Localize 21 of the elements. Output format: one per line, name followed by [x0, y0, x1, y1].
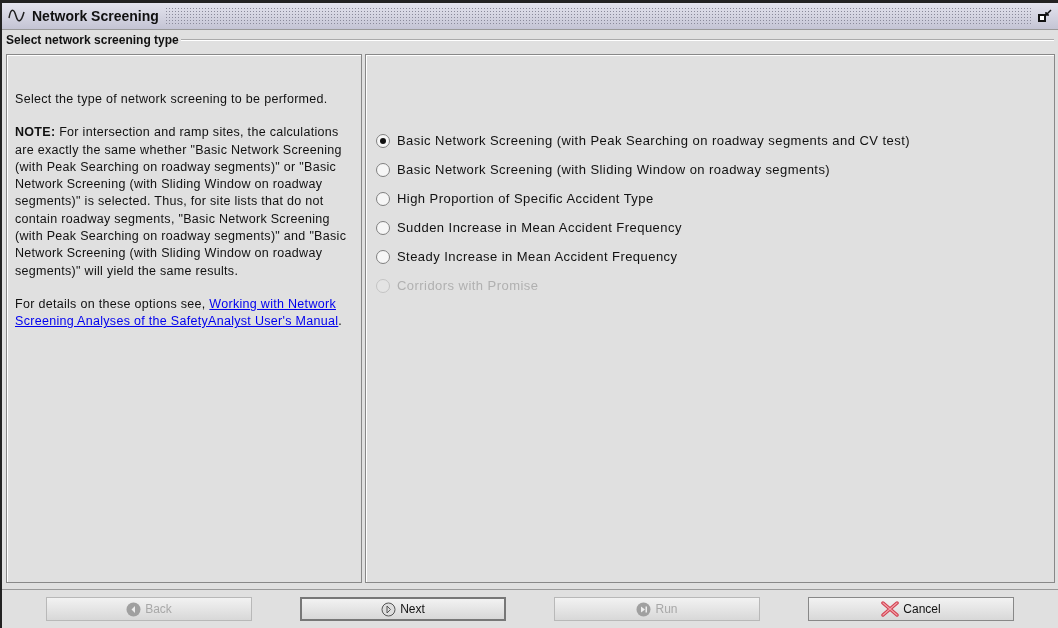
radio-button[interactable] — [376, 133, 390, 148]
window-title: Network Screening — [32, 8, 159, 24]
details-paragraph: For details on these options see, Working with Network Screening Analyses of the SafetyAnalyst User's Manual. — [15, 295, 344, 331]
help-paragraph: NOTE: For intersection and ramp sites, the calculations are exactly the same whether "Basic Network Screening (with Peak Searching on roadway segments)" or "Basic Network Screening (with Sliding Window on roadway segments)" is selected. Thus, for site lists that do not contain roadway segments, "Basic Network Screening (with Peak Searching on roadway segments)" and "Basic Network Screening (with Sliding Window on roadway segments)" will yield the same results. — [15, 124, 347, 280]
restore-icon[interactable] — [1038, 9, 1052, 23]
next-button[interactable]: Next — [300, 597, 506, 621]
screening-type-option[interactable]: Basic Network Screening (with Peak Searching on roadway segments and CV test) — [376, 131, 1044, 150]
screening-type-option[interactable]: High Proportion of Specific Accident Type — [376, 189, 1044, 208]
radio-button[interactable] — [376, 191, 390, 206]
section-title: Select network screening type — [6, 33, 179, 47]
screening-type-option[interactable]: Basic Network Screening (with Sliding Window on roadway segments) — [376, 160, 1044, 179]
radio-button[interactable] — [376, 249, 390, 264]
screening-type-option[interactable]: Steady Increase in Mean Accident Frequency — [376, 247, 1044, 266]
radio-button[interactable] — [376, 162, 390, 177]
wave-icon — [8, 9, 26, 23]
screening-type-option[interactable]: Sudden Increase in Mean Accident Frequency — [376, 218, 1044, 237]
close-icon — [881, 601, 900, 617]
cancel-button[interactable]: Cancel — [808, 597, 1014, 621]
help-paragraph: Select the type of network screening to be performed. — [15, 91, 329, 108]
radio-button[interactable] — [376, 220, 390, 235]
run-icon — [636, 601, 652, 617]
